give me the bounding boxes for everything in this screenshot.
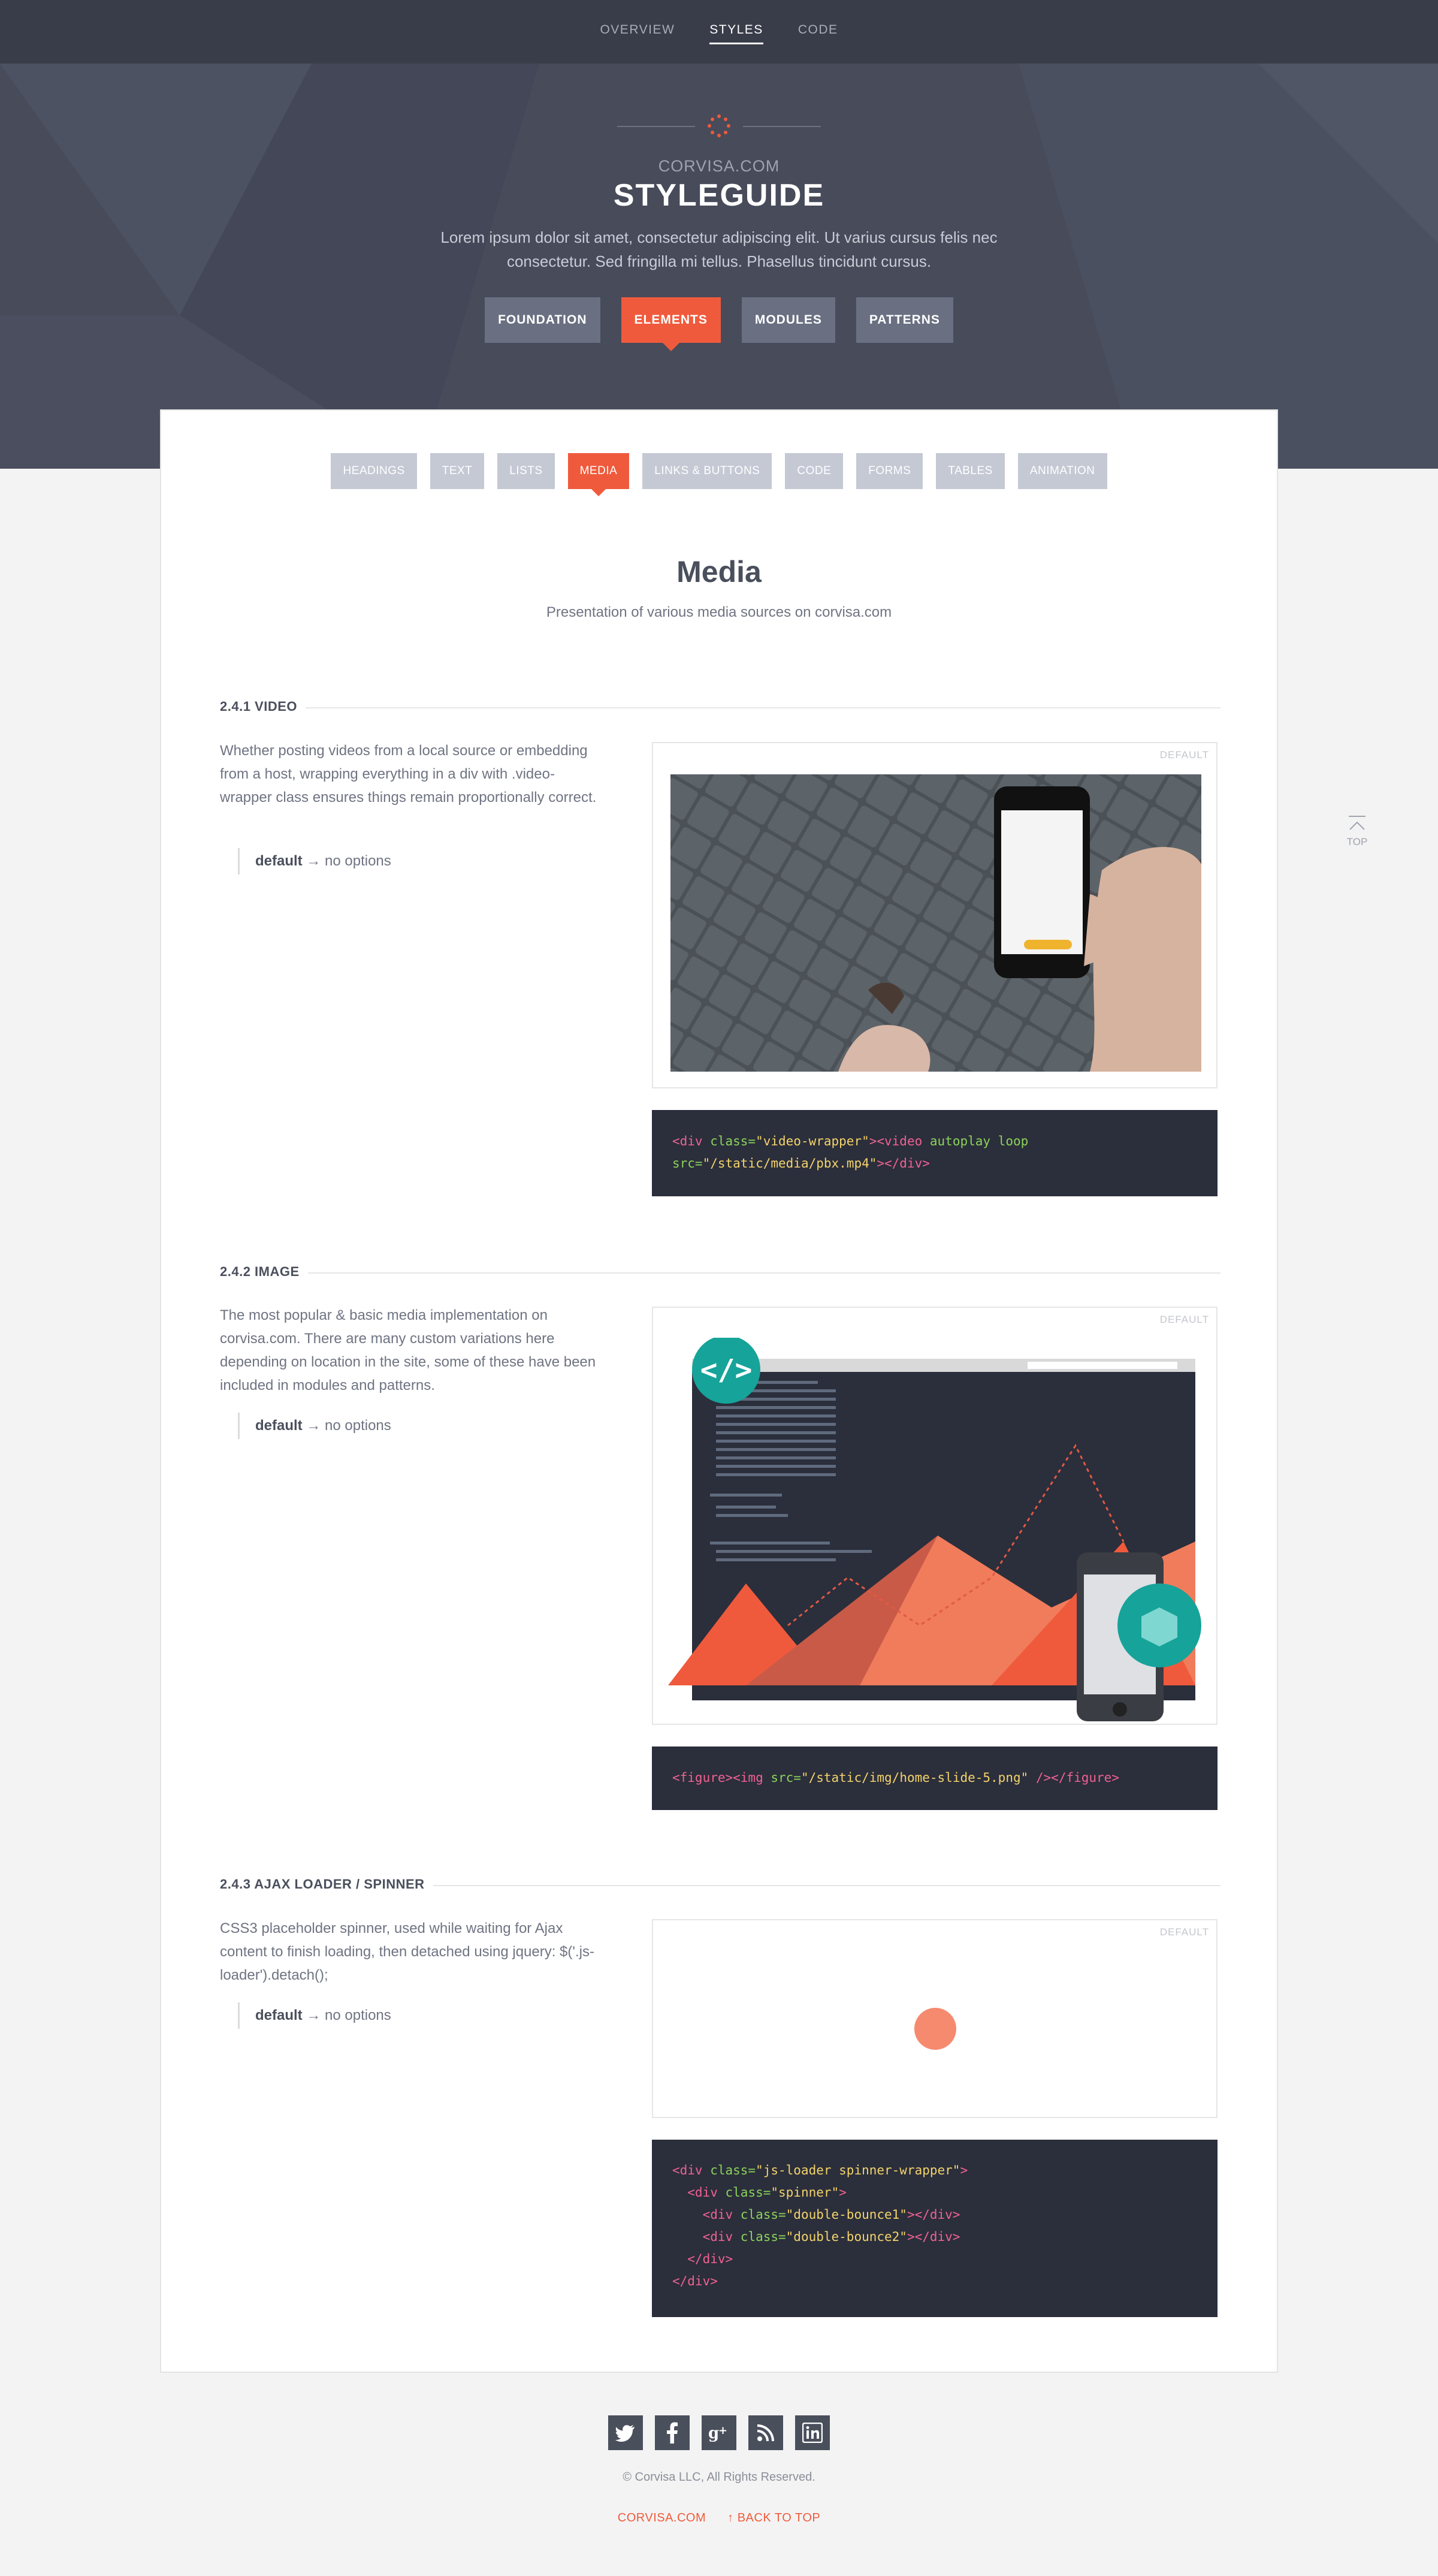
- subnav-media[interactable]: MEDIA: [567, 453, 630, 496]
- video-player[interactable]: [670, 774, 1201, 1072]
- spinner-heading: 2.4.3 AJAX LOADER / SPINNER: [220, 1877, 1221, 1895]
- video-heading: 2.4.1 VIDEO: [220, 699, 1221, 717]
- section-title: Media: [676, 555, 762, 589]
- nav-code[interactable]: CODE: [798, 23, 838, 41]
- footer-links: CORVISA.COM ↑ BACK TO TOP: [0, 2511, 1438, 2525]
- subnav-tables[interactable]: TABLES: [936, 453, 1005, 489]
- default-tag: DEFAULT: [1159, 749, 1209, 761]
- image-demo: DEFAULT </>: [652, 1307, 1218, 1725]
- tab-patterns[interactable]: PATTERNS: [856, 297, 953, 343]
- tab-elements[interactable]: ELEMENTS: [621, 297, 721, 351]
- subnav-code[interactable]: CODE: [785, 453, 844, 489]
- linkedin-icon[interactable]: [795, 2415, 830, 2450]
- subnav-animation[interactable]: ANIMATION: [1017, 453, 1107, 489]
- corvisa-link[interactable]: CORVISA.COM: [618, 2511, 706, 2525]
- svg-text:</>: </>: [700, 1353, 753, 1387]
- tab-modules[interactable]: MODULES: [741, 297, 835, 343]
- svg-text:+: +: [718, 2424, 727, 2437]
- spinner-code: <div class="js-loader spinner-wrapper"> …: [652, 2140, 1218, 2317]
- spinner-logo-icon: [708, 114, 730, 137]
- content-card: HEADINGS TEXT LISTS MEDIA LINKS & BUTTON…: [160, 409, 1278, 2373]
- subnav-links-buttons[interactable]: LINKS & BUTTONS: [642, 453, 772, 489]
- default-tag: DEFAULT: [1159, 1314, 1209, 1325]
- video-demo: DEFAULT: [652, 742, 1218, 1088]
- facebook-icon[interactable]: [655, 2415, 690, 2450]
- spinner-demo: DEFAULT: [652, 1919, 1218, 2118]
- svg-text:g: g: [708, 2424, 719, 2442]
- spinner-dot: [914, 2008, 956, 2050]
- subnav-text[interactable]: TEXT: [430, 453, 485, 489]
- hero-description: Lorem ipsum dolor sit amet, consectetur …: [440, 228, 998, 270]
- hero-subtitle: CORVISA.COM: [658, 157, 780, 175]
- video-description: Whether posting videos from a local sour…: [220, 743, 597, 806]
- image-description: The most popular & basic media implement…: [220, 1307, 596, 1393]
- default-tag: DEFAULT: [1159, 1926, 1209, 1938]
- hero-banner: CORVISA.COM STYLEGUIDE Lorem ipsum dolor…: [0, 64, 1438, 469]
- subnav-forms[interactable]: FORMS: [856, 453, 923, 489]
- twitter-icon[interactable]: [608, 2415, 643, 2450]
- nav-styles[interactable]: STYLES: [709, 23, 763, 44]
- logo-divider: [617, 114, 821, 138]
- copyright: © Corvisa LLC, All Rights Reserved.: [623, 2471, 815, 2484]
- back-to-top-link[interactable]: ↑ BACK TO TOP: [727, 2511, 820, 2525]
- subnav-headings[interactable]: HEADINGS: [331, 453, 417, 489]
- section-subtitle: Presentation of various media sources on…: [546, 604, 892, 620]
- tab-foundation[interactable]: FOUNDATION: [485, 297, 600, 343]
- element-subnav: HEADINGS TEXT LISTS MEDIA LINKS & BUTTON…: [161, 453, 1277, 496]
- spinner-description: CSS3 placeholder spinner, used while wai…: [220, 1920, 594, 1983]
- hero-illustration: </>: [668, 1338, 1201, 1721]
- nav-overview[interactable]: OVERVIEW: [600, 23, 675, 41]
- rss-icon[interactable]: [748, 2415, 783, 2450]
- video-option: default → no options: [238, 848, 391, 874]
- image-code: <figure><img src="/static/img/home-slide…: [652, 1747, 1218, 1810]
- google-plus-icon[interactable]: g +: [702, 2415, 736, 2450]
- category-tabs: FOUNDATION ELEMENTS MODULES PATTERNS: [0, 297, 1438, 351]
- spinner-option: default → no options: [238, 2002, 391, 2029]
- hero-title: STYLEGUIDE: [613, 178, 825, 213]
- image-heading: 2.4.2 IMAGE: [220, 1264, 1221, 1282]
- image-option: default → no options: [238, 1413, 391, 1439]
- chevron-up-icon: [1349, 816, 1366, 830]
- scroll-top-button[interactable]: TOP: [1345, 815, 1369, 848]
- social-links: g +: [0, 2415, 1438, 2450]
- subnav-lists[interactable]: LISTS: [497, 453, 555, 489]
- scroll-top-label: TOP: [1346, 836, 1368, 847]
- video-code: <div class="video-wrapper"><video autopl…: [652, 1110, 1218, 1196]
- top-nav: OVERVIEW STYLES CODE: [0, 0, 1438, 64]
